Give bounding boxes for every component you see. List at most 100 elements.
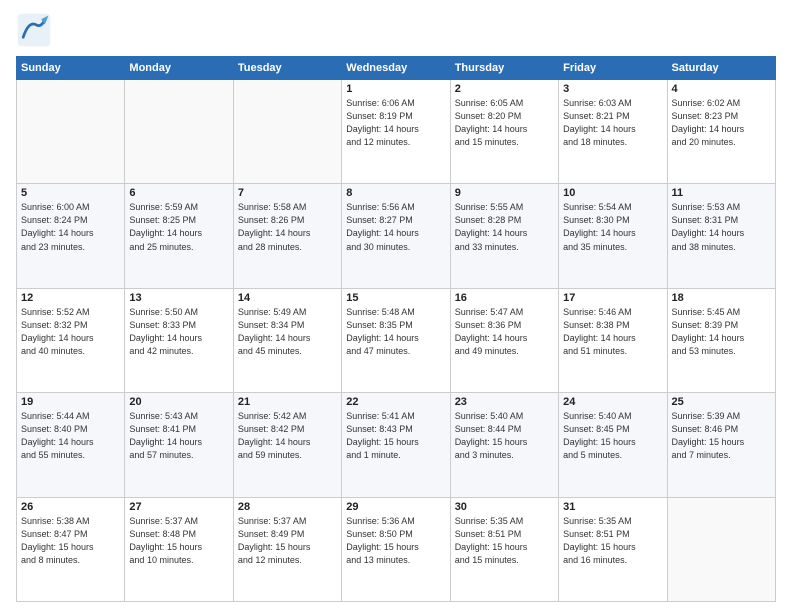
day-number: 31 bbox=[563, 501, 662, 513]
day-number: 14 bbox=[238, 292, 337, 304]
weekday-row: SundayMondayTuesdayWednesdayThursdayFrid… bbox=[17, 57, 776, 80]
day-number: 16 bbox=[455, 292, 554, 304]
calendar-cell bbox=[233, 80, 341, 184]
day-number: 23 bbox=[455, 396, 554, 408]
calendar-cell: 25 Sunrise: 5:39 AM Sunset: 8:46 PM Dayli… bbox=[667, 393, 775, 497]
calendar-header: SundayMondayTuesdayWednesdayThursdayFrid… bbox=[17, 57, 776, 80]
cell-text: Sunrise: 5:40 AM Sunset: 8:44 PM Dayligh… bbox=[455, 410, 554, 462]
cell-text: Sunrise: 5:48 AM Sunset: 8:35 PM Dayligh… bbox=[346, 306, 445, 358]
calendar-cell: 14Sunrise: 5:49 AM Sunset: 8:34 PM Dayli… bbox=[233, 288, 341, 392]
calendar-week-row: 26 Sunrise: 5:38 AM Sunset: 8:47 PM Dayli… bbox=[17, 497, 776, 601]
cell-text: Sunrise: 5:50 AM Sunset: 8:33 PM Dayligh… bbox=[129, 306, 228, 358]
day-number: 18 bbox=[672, 292, 771, 304]
header bbox=[16, 12, 776, 48]
cell-text: Sunrise: 5:35 AM Sunset: 8:51 PM Dayligh… bbox=[455, 515, 554, 567]
calendar-cell: 23 Sunrise: 5:40 AM Sunset: 8:44 PM Dayli… bbox=[450, 393, 558, 497]
calendar-cell: 9 Sunrise: 5:55 AM Sunset: 8:28 PM Daylig… bbox=[450, 184, 558, 288]
calendar-cell: 26 Sunrise: 5:38 AM Sunset: 8:47 PM Dayli… bbox=[17, 497, 125, 601]
calendar-cell: 27 Sunrise: 5:37 AM Sunset: 8:48 PM Dayli… bbox=[125, 497, 233, 601]
calendar-cell: 11 Sunrise: 5:53 AM Sunset: 8:31 PM Dayli… bbox=[667, 184, 775, 288]
weekday-header: Sunday bbox=[17, 57, 125, 80]
day-number: 1 bbox=[346, 83, 445, 95]
day-number: 4 bbox=[672, 83, 771, 95]
cell-text: Sunrise: 5:52 AM Sunset: 8:32 PM Dayligh… bbox=[21, 306, 120, 358]
cell-text: Sunrise: 5:58 AM Sunset: 8:26 PM Dayligh… bbox=[238, 201, 337, 253]
calendar-cell: 15 Sunrise: 5:48 AM Sunset: 8:35 PM Dayli… bbox=[342, 288, 450, 392]
day-number: 30 bbox=[455, 501, 554, 513]
calendar-cell: 2Sunrise: 6:05 AM Sunset: 8:20 PM Daylig… bbox=[450, 80, 558, 184]
day-number: 8 bbox=[346, 187, 445, 199]
calendar-cell: 24 Sunrise: 5:40 AM Sunset: 8:45 PM Dayli… bbox=[559, 393, 667, 497]
weekday-header: Saturday bbox=[667, 57, 775, 80]
cell-text: Sunrise: 5:36 AM Sunset: 8:50 PM Dayligh… bbox=[346, 515, 445, 567]
day-number: 6 bbox=[129, 187, 228, 199]
cell-text: Sunrise: 5:55 AM Sunset: 8:28 PM Dayligh… bbox=[455, 201, 554, 253]
cell-text: Sunrise: 5:46 AM Sunset: 8:38 PM Dayligh… bbox=[563, 306, 662, 358]
logo-icon bbox=[16, 12, 52, 48]
cell-text: Sunrise: 5:42 AM Sunset: 8:42 PM Dayligh… bbox=[238, 410, 337, 462]
calendar-cell: 3Sunrise: 6:03 AM Sunset: 8:21 PM Daylig… bbox=[559, 80, 667, 184]
calendar-cell: 8Sunrise: 5:56 AM Sunset: 8:27 PM Daylig… bbox=[342, 184, 450, 288]
calendar-cell: 21 Sunrise: 5:42 AM Sunset: 8:42 PM Dayli… bbox=[233, 393, 341, 497]
day-number: 25 bbox=[672, 396, 771, 408]
cell-text: Sunrise: 5:40 AM Sunset: 8:45 PM Dayligh… bbox=[563, 410, 662, 462]
day-number: 5 bbox=[21, 187, 120, 199]
calendar-cell: 1 Sunrise: 6:06 AM Sunset: 8:19 PM Daylig… bbox=[342, 80, 450, 184]
calendar-body: 1 Sunrise: 6:06 AM Sunset: 8:19 PM Daylig… bbox=[17, 80, 776, 602]
calendar-cell: 18 Sunrise: 5:45 AM Sunset: 8:39 PM Dayli… bbox=[667, 288, 775, 392]
calendar-cell: 28 Sunrise: 5:37 AM Sunset: 8:49 PM Dayli… bbox=[233, 497, 341, 601]
calendar-week-row: 1 Sunrise: 6:06 AM Sunset: 8:19 PM Daylig… bbox=[17, 80, 776, 184]
weekday-header: Tuesday bbox=[233, 57, 341, 80]
calendar-cell: 7Sunrise: 5:58 AM Sunset: 8:26 PM Daylig… bbox=[233, 184, 341, 288]
day-number: 27 bbox=[129, 501, 228, 513]
day-number: 13 bbox=[129, 292, 228, 304]
calendar-cell bbox=[17, 80, 125, 184]
cell-text: Sunrise: 6:06 AM Sunset: 8:19 PM Dayligh… bbox=[346, 97, 445, 149]
calendar-cell: 16Sunrise: 5:47 AM Sunset: 8:36 PM Dayli… bbox=[450, 288, 558, 392]
calendar-week-row: 5 Sunrise: 6:00 AM Sunset: 8:24 PM Daylig… bbox=[17, 184, 776, 288]
cell-text: Sunrise: 5:45 AM Sunset: 8:39 PM Dayligh… bbox=[672, 306, 771, 358]
cell-text: Sunrise: 5:37 AM Sunset: 8:48 PM Dayligh… bbox=[129, 515, 228, 567]
cell-text: Sunrise: 5:37 AM Sunset: 8:49 PM Dayligh… bbox=[238, 515, 337, 567]
logo-area bbox=[16, 12, 56, 48]
cell-text: Sunrise: 5:38 AM Sunset: 8:47 PM Dayligh… bbox=[21, 515, 120, 567]
cell-text: Sunrise: 5:39 AM Sunset: 8:46 PM Dayligh… bbox=[672, 410, 771, 462]
day-number: 19 bbox=[21, 396, 120, 408]
calendar-cell: 22Sunrise: 5:41 AM Sunset: 8:43 PM Dayli… bbox=[342, 393, 450, 497]
day-number: 21 bbox=[238, 396, 337, 408]
day-number: 11 bbox=[672, 187, 771, 199]
day-number: 20 bbox=[129, 396, 228, 408]
calendar-cell: 6 Sunrise: 5:59 AM Sunset: 8:25 PM Daylig… bbox=[125, 184, 233, 288]
calendar-week-row: 19Sunrise: 5:44 AM Sunset: 8:40 PM Dayli… bbox=[17, 393, 776, 497]
day-number: 2 bbox=[455, 83, 554, 95]
cell-text: Sunrise: 5:43 AM Sunset: 8:41 PM Dayligh… bbox=[129, 410, 228, 462]
calendar-cell: 4Sunrise: 6:02 AM Sunset: 8:23 PM Daylig… bbox=[667, 80, 775, 184]
weekday-header: Friday bbox=[559, 57, 667, 80]
cell-text: Sunrise: 6:03 AM Sunset: 8:21 PM Dayligh… bbox=[563, 97, 662, 149]
calendar-cell: 13 Sunrise: 5:50 AM Sunset: 8:33 PM Dayli… bbox=[125, 288, 233, 392]
calendar-cell: 17Sunrise: 5:46 AM Sunset: 8:38 PM Dayli… bbox=[559, 288, 667, 392]
page: SundayMondayTuesdayWednesdayThursdayFrid… bbox=[0, 0, 792, 612]
cell-text: Sunrise: 5:59 AM Sunset: 8:25 PM Dayligh… bbox=[129, 201, 228, 253]
day-number: 24 bbox=[563, 396, 662, 408]
calendar-cell: 20 Sunrise: 5:43 AM Sunset: 8:41 PM Dayli… bbox=[125, 393, 233, 497]
day-number: 10 bbox=[563, 187, 662, 199]
cell-text: Sunrise: 5:53 AM Sunset: 8:31 PM Dayligh… bbox=[672, 201, 771, 253]
day-number: 29 bbox=[346, 501, 445, 513]
calendar-cell: 31 Sunrise: 5:35 AM Sunset: 8:51 PM Dayli… bbox=[559, 497, 667, 601]
cell-text: Sunrise: 5:54 AM Sunset: 8:30 PM Dayligh… bbox=[563, 201, 662, 253]
day-number: 28 bbox=[238, 501, 337, 513]
calendar-cell: 5 Sunrise: 6:00 AM Sunset: 8:24 PM Daylig… bbox=[17, 184, 125, 288]
weekday-header: Monday bbox=[125, 57, 233, 80]
day-number: 12 bbox=[21, 292, 120, 304]
calendar-cell: 19Sunrise: 5:44 AM Sunset: 8:40 PM Dayli… bbox=[17, 393, 125, 497]
calendar-cell: 10 Sunrise: 5:54 AM Sunset: 8:30 PM Dayli… bbox=[559, 184, 667, 288]
calendar-cell: 12 Sunrise: 5:52 AM Sunset: 8:32 PM Dayli… bbox=[17, 288, 125, 392]
calendar-cell: 29 Sunrise: 5:36 AM Sunset: 8:50 PM Dayli… bbox=[342, 497, 450, 601]
day-number: 9 bbox=[455, 187, 554, 199]
calendar-table: SundayMondayTuesdayWednesdayThursdayFrid… bbox=[16, 56, 776, 602]
day-number: 15 bbox=[346, 292, 445, 304]
cell-text: Sunrise: 5:35 AM Sunset: 8:51 PM Dayligh… bbox=[563, 515, 662, 567]
day-number: 26 bbox=[21, 501, 120, 513]
cell-text: Sunrise: 6:00 AM Sunset: 8:24 PM Dayligh… bbox=[21, 201, 120, 253]
